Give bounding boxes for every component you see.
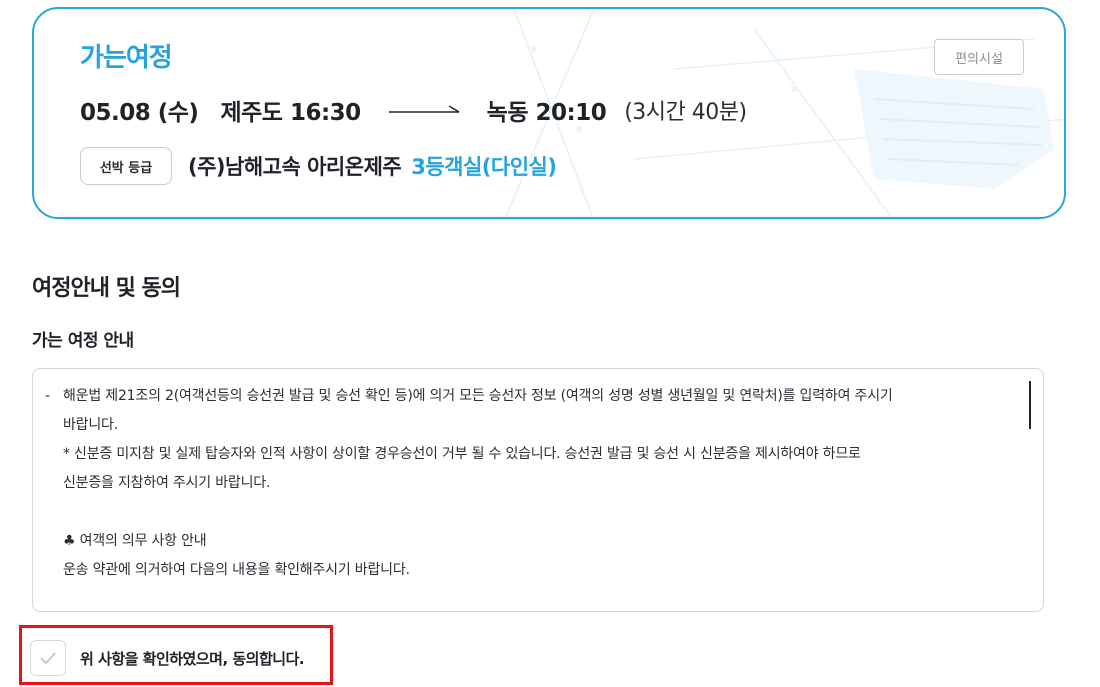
trip-duration: (3시간 40분) [624, 100, 747, 125]
notice-line: ♣ 여객의 의무 사항 안내 [63, 533, 207, 549]
ship-name: (주)남해고속 아리온제주 [188, 155, 402, 179]
check-icon [40, 652, 56, 665]
section-title: 여정안내 및 동의 [32, 276, 181, 301]
notice-scrollbar[interactable] [1027, 377, 1033, 605]
notice-spacer [45, 498, 1029, 527]
agreement-checkbox[interactable] [30, 640, 66, 676]
cabin-class: 3등객실(다인실) [411, 155, 557, 179]
route-info: 05.08 (수) 제주도 16:30 녹동 20:10 (3시간 40분) [80, 93, 747, 127]
outbound-trip-card: 가는여정 편의시설 05.08 (수) 제주도 16:30 녹동 20:10 (… [32, 7, 1066, 219]
trip-date: 05.08 (수) [80, 100, 199, 126]
facilities-button[interactable]: 편의시설 [934, 39, 1024, 75]
arrow-right-icon [388, 105, 460, 113]
notice-content: - 해운법 제21조의 2(여객선등의 승선권 발급 및 승선 확인 등)에 의거… [33, 369, 1029, 611]
agreement-label[interactable]: 위 사항을 확인하였으며, 동의합니다. [80, 648, 305, 669]
notice-line: * 신분증 미지참 및 실제 탑승자와 인적 사항이 상이할 경우승선이 거부 … [63, 446, 861, 462]
notice-scrollbar-thumb[interactable] [1029, 381, 1031, 429]
notice-textbox[interactable]: - 해운법 제21조의 2(여객선등의 승선권 발급 및 승선 확인 등)에 의거… [32, 368, 1044, 612]
notice-line: 신분증을 지참하여 주시기 바랍니다. [63, 475, 271, 491]
notice-line: - 해운법 제21조의 2(여객선등의 승선권 발급 및 승선 확인 등)에 의거… [45, 382, 1029, 411]
trip-title: 가는여정 [80, 43, 173, 73]
ship-class-row: 선박 등급 (주)남해고속 아리온제주 3등객실(다인실) [80, 147, 557, 185]
notice-line: 운송 약관에 의거하여 다음의 내용을 확인해주시기 바랍니다. [63, 562, 410, 578]
ship-class-chip: 선박 등급 [80, 147, 172, 185]
departure-info: 제주도 16:30 [220, 100, 361, 126]
notice-line: 바랍니다. [63, 417, 118, 433]
arrival-info: 녹동 20:10 [486, 100, 607, 126]
agreement-row[interactable]: 위 사항을 확인하였으며, 동의합니다. [30, 640, 305, 676]
dash-bullet: - [45, 388, 50, 404]
section-subtitle: 가는 여정 안내 [32, 331, 134, 351]
